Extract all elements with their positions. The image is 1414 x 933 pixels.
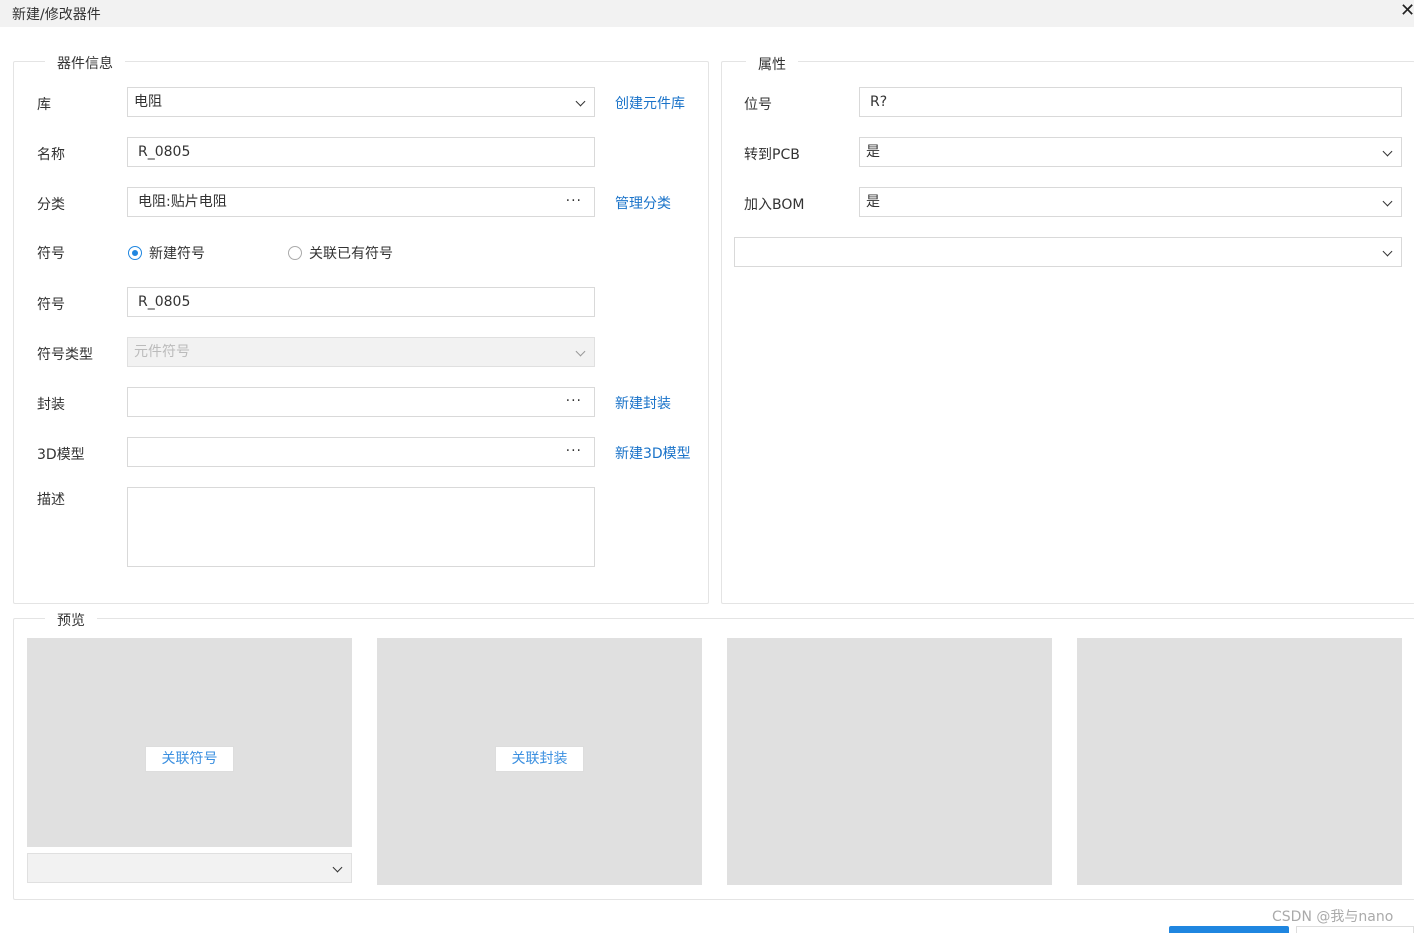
link-symbol-button[interactable]: 关联符号 bbox=[145, 746, 234, 772]
confirm-button[interactable] bbox=[1169, 926, 1289, 933]
symbol-type-select: 元件符号 bbox=[127, 337, 595, 367]
symbol-type-label: 符号类型 bbox=[37, 347, 93, 363]
new-3d-model-link[interactable]: 新建3D模型 bbox=[615, 443, 691, 463]
close-icon[interactable]: ✕ bbox=[1400, 0, 1414, 21]
link-footprint-button[interactable]: 关联封装 bbox=[495, 746, 584, 772]
footprint-input[interactable]: ··· bbox=[127, 387, 595, 417]
category-label: 分类 bbox=[37, 197, 65, 213]
window-title: 新建/修改器件 bbox=[12, 7, 101, 23]
library-select[interactable]: 电阻 bbox=[127, 87, 595, 117]
footprint-label: 封装 bbox=[37, 397, 65, 413]
properties-legend: 属性 bbox=[746, 54, 798, 74]
to-pcb-label: 转到PCB bbox=[744, 147, 800, 163]
device-info-legend: 器件信息 bbox=[45, 53, 125, 73]
category-input[interactable]: 电阻:贴片电阻 ··· bbox=[127, 187, 595, 217]
add-bom-label: 加入BOM bbox=[744, 197, 805, 213]
new-symbol-radio-label[interactable]: 新建符号 bbox=[149, 243, 205, 263]
link-symbol-radio-label[interactable]: 关联已有符号 bbox=[309, 243, 393, 263]
preview-panel-3 bbox=[727, 638, 1052, 885]
model3d-input[interactable]: ··· bbox=[127, 437, 595, 467]
create-library-link[interactable]: 创建元件库 bbox=[615, 93, 685, 113]
more-icon[interactable]: ··· bbox=[566, 437, 582, 465]
chevron-down-icon bbox=[575, 96, 586, 107]
library-label: 库 bbox=[37, 97, 51, 113]
watermark-text: CSDN @我与nano bbox=[1272, 909, 1394, 925]
more-icon[interactable]: ··· bbox=[566, 387, 582, 415]
chevron-down-icon bbox=[1382, 196, 1393, 207]
more-icon[interactable]: ··· bbox=[566, 187, 582, 215]
designator-input-value: R? bbox=[870, 94, 888, 110]
symbol-input-value: R_0805 bbox=[138, 294, 191, 310]
add-bom-value: 是 bbox=[866, 194, 880, 210]
chevron-down-icon bbox=[1382, 146, 1393, 157]
model3d-label: 3D模型 bbox=[37, 447, 85, 463]
title-bar: 新建/修改器件 ✕ bbox=[0, 0, 1414, 27]
designator-input[interactable]: R? bbox=[859, 87, 1402, 117]
new-symbol-radio[interactable] bbox=[128, 246, 142, 260]
symbol-label: 符号 bbox=[37, 297, 65, 313]
preview-legend: 预览 bbox=[45, 610, 97, 630]
designator-label: 位号 bbox=[744, 97, 772, 113]
description-label: 描述 bbox=[37, 492, 65, 508]
to-pcb-value: 是 bbox=[866, 144, 880, 160]
to-pcb-select[interactable]: 是 bbox=[859, 137, 1402, 167]
symbol-type-placeholder: 元件符号 bbox=[134, 344, 190, 360]
category-input-value: 电阻:贴片电阻 bbox=[138, 194, 227, 210]
symbol-mode-label: 符号 bbox=[37, 246, 65, 262]
manage-category-link[interactable]: 管理分类 bbox=[615, 193, 671, 213]
chevron-down-icon bbox=[1382, 246, 1393, 257]
name-input[interactable]: R_0805 bbox=[127, 137, 595, 167]
name-input-value: R_0805 bbox=[138, 144, 191, 160]
description-textarea[interactable] bbox=[127, 487, 595, 567]
symbol-preview-panel bbox=[27, 638, 352, 847]
symbol-input[interactable]: R_0805 bbox=[127, 287, 595, 317]
link-symbol-radio[interactable] bbox=[288, 246, 302, 260]
symbol-preview-select[interactable] bbox=[27, 853, 352, 883]
chevron-down-icon bbox=[575, 346, 586, 357]
chevron-down-icon bbox=[332, 862, 343, 873]
preview-panel-4 bbox=[1077, 638, 1402, 885]
cancel-button[interactable] bbox=[1296, 926, 1414, 933]
name-label: 名称 bbox=[37, 147, 65, 163]
library-select-value: 电阻 bbox=[134, 94, 162, 110]
new-footprint-link[interactable]: 新建封装 bbox=[615, 393, 671, 413]
add-bom-select[interactable]: 是 bbox=[859, 187, 1402, 217]
property-extra-select[interactable] bbox=[734, 237, 1402, 267]
